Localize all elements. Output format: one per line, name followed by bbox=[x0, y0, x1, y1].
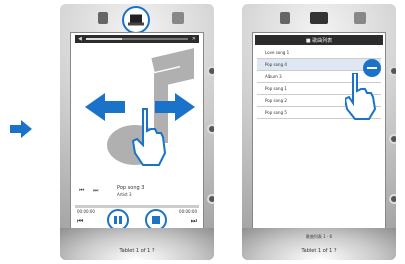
prev-track-icon[interactable]: ⏮ bbox=[79, 187, 84, 195]
right-device: ■ 歌曲列表 Love song 1 Pop song 4 Album 3 Po… bbox=[242, 4, 396, 260]
next-icon[interactable]: ⏭ bbox=[191, 217, 197, 226]
tablet-icon bbox=[354, 12, 366, 24]
list-header: ■ 歌曲列表 bbox=[255, 35, 383, 45]
song-artist: Artist 3 bbox=[117, 192, 132, 197]
laptop-icon bbox=[310, 12, 328, 24]
frame-bottom bbox=[242, 228, 396, 260]
song-info: ⏮ ⏭ Pop song 3 Artist 3 bbox=[75, 181, 199, 203]
music-note-artwork bbox=[85, 48, 195, 166]
side-knob bbox=[207, 66, 214, 76]
skip-icon[interactable]: ⏭ bbox=[93, 187, 98, 195]
volume-fill bbox=[85, 38, 122, 40]
close-icon[interactable]: ✕ bbox=[192, 36, 196, 42]
swipe-left-arrow-icon bbox=[85, 93, 125, 121]
volume-bar[interactable]: ◀ ✕ bbox=[75, 35, 199, 43]
device-label: Tablet 1 of 1 ? bbox=[119, 248, 155, 254]
song-list-screen: ■ 歌曲列表 Love song 1 Pop song 4 Album 3 Po… bbox=[252, 32, 386, 232]
song-title: Pop song 3 bbox=[117, 185, 145, 191]
side-knob bbox=[389, 134, 396, 144]
laptop-icon-highlight[interactable] bbox=[122, 6, 150, 34]
minus-icon bbox=[367, 67, 377, 69]
list-item[interactable]: Love song 1 bbox=[257, 47, 381, 59]
stop-icon bbox=[152, 216, 160, 224]
frame-bottom bbox=[60, 228, 214, 260]
device-label: Tablet 1 of 1 ? bbox=[301, 248, 337, 254]
progress-bar[interactable] bbox=[75, 205, 199, 208]
speaker-icon: ◀ bbox=[78, 36, 82, 42]
left-device: ◀ ✕ ⏮ ⏭ Pop song 3 Artist 3 00:00:00 00:… bbox=[60, 4, 214, 260]
player-screen: ◀ ✕ ⏮ ⏭ Pop song 3 Artist 3 00:00:00 00:… bbox=[70, 32, 204, 232]
previous-icon[interactable]: ⏮ bbox=[77, 217, 83, 226]
side-knob bbox=[389, 194, 396, 204]
tablet-icon bbox=[172, 12, 184, 24]
step-arrow-icon bbox=[10, 120, 32, 138]
side-knob bbox=[207, 194, 214, 204]
side-knob bbox=[207, 124, 214, 134]
list-count-label: 歌曲列表 1 · 6 bbox=[305, 234, 333, 239]
pause-icon bbox=[114, 216, 122, 224]
phone-icon bbox=[98, 12, 108, 24]
volume-slider[interactable] bbox=[85, 38, 188, 40]
hand-tap-icon bbox=[345, 73, 377, 120]
side-knob bbox=[389, 66, 396, 76]
phone-icon bbox=[280, 12, 290, 24]
